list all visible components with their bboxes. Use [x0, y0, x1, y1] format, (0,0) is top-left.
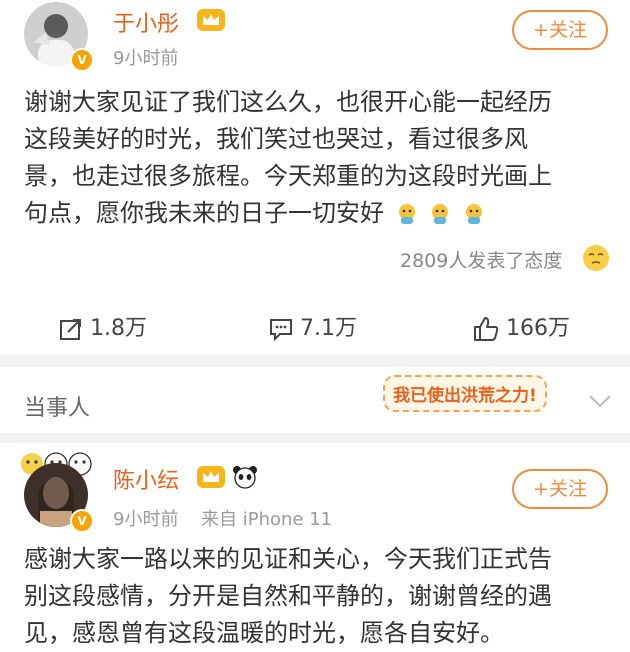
section-label: 当事人 [24, 396, 91, 421]
vip-crown-icon [197, 466, 225, 488]
author-name[interactable]: 于小彤 [113, 6, 179, 38]
crying-emoji-icon [398, 204, 415, 224]
author-name[interactable]: 陈小纭 [113, 463, 179, 495]
panda-icon [233, 466, 257, 489]
reaction-face-icon[interactable] [582, 244, 610, 272]
like-button[interactable]: 166万 [472, 310, 570, 343]
repost-count: 1.8万 [90, 316, 147, 341]
follow-button[interactable]: +关注 [512, 469, 608, 509]
comment-icon [270, 319, 292, 342]
post-time: 9小时前 [113, 509, 179, 530]
repost-icon [60, 319, 81, 340]
reactions-summary[interactable]: 2809人发表了态度 [400, 246, 562, 273]
verified-badge-icon: V [70, 509, 94, 533]
post-text-line: 别这段感情，分开是自然和平静的，谢谢曾经的遇 [24, 582, 552, 610]
crying-emoji-icon [465, 204, 482, 224]
post-text: 谢谢大家见证了我们这么久，也很开心能一起经历 这段美好的时光，我们笑过也哭过，看… [24, 84, 614, 232]
section-divider [0, 433, 630, 443]
comment-button[interactable]: 7.1万 [268, 310, 357, 342]
post-time: 9小时前 [113, 48, 179, 69]
section-header: 当事人 我已使出洪荒之力! [0, 367, 630, 437]
chevron-down-icon[interactable] [588, 393, 612, 409]
post-text-line: 这段美好的时光，我们笑过也哭过，看过很多风 [24, 125, 528, 153]
repost-button[interactable]: 1.8万 [58, 310, 147, 342]
like-count: 166万 [506, 316, 570, 341]
post-text-line: 感谢大家一路以来的见证和关心，今天我们正式告 [24, 545, 552, 573]
follow-button[interactable]: +关注 [512, 10, 608, 50]
sticker-text: 我已使出洪荒之力! [383, 375, 547, 412]
verified-badge-icon: V [70, 48, 94, 72]
thumbs-up-icon [474, 317, 499, 341]
weibo-post-1: V 于小彤 9小时前 +关注 谢谢大家见证了我们这么久，也很开心能一起经历 这段… [0, 0, 630, 355]
post-text-last-line: 句点，愿你我未来的日子一切安好 [24, 195, 614, 232]
comment-count: 7.1万 [300, 316, 357, 341]
weibo-post-2: V 陈小纭 9小时前 来自 iPhone 11 +关注 感谢大家一路以来的见证和… [0, 443, 630, 647]
post-text: 感谢大家一路以来的见证和关心，今天我们正式告 别这段感情，分开是自然和平静的，谢… [24, 541, 614, 652]
post-text-line: 谢谢大家见证了我们这么久，也很开心能一起经历 [24, 88, 552, 116]
crying-emoji-icon [432, 204, 449, 224]
vip-crown-icon [197, 9, 225, 31]
post-text-line: 景，也走过很多旅程。今天郑重的为这段时光画上 [24, 162, 552, 190]
section-divider [0, 355, 630, 367]
post-text-line: 见，感恩曾有这段温暖的时光，愿各自安好。 [24, 619, 504, 647]
post-source: 来自 iPhone 11 [201, 509, 333, 530]
post-text-line: 句点，愿你我未来的日子一切安好 [24, 199, 384, 227]
